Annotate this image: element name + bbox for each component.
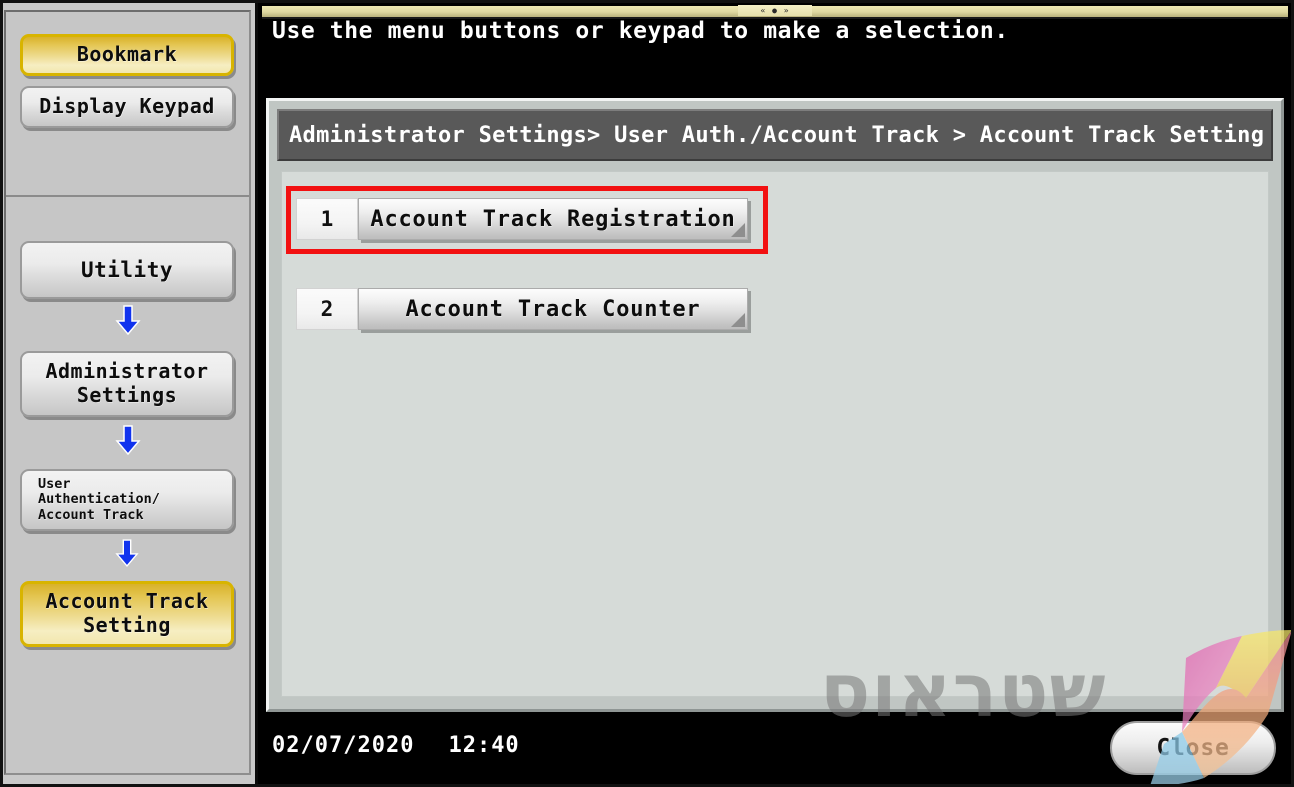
sidebar-item-administrator-settings[interactable]: Administrator Settings xyxy=(20,351,234,417)
sidebar-item-display-keypad[interactable]: Display Keypad xyxy=(20,86,234,128)
menu-button-label: Account Track Counter xyxy=(405,296,701,322)
sidebar-item-account-track-setting-label: Account Track Setting xyxy=(23,590,231,637)
menu-panel: 1 Account Track Registration 2 Account T… xyxy=(281,171,1269,697)
sidebar-item-account-track-setting[interactable]: Account Track Setting xyxy=(20,581,234,647)
acct-line-1: Account Track xyxy=(45,589,209,614)
close-button-wrap[interactable]: Close xyxy=(1110,721,1276,775)
userauth-line-2: Authentication/ xyxy=(38,491,160,508)
prompt-message: Use the menu buttons or keypad to make a… xyxy=(272,18,1009,44)
sidebar-item-user-authentication-account-track[interactable]: User Authentication/ Account Track xyxy=(20,469,234,531)
date-value: 02/07/2020 xyxy=(272,733,415,758)
top-strip-marker: « ● » xyxy=(738,5,812,16)
userauth-line-3: Account Track xyxy=(38,506,144,523)
time-value: 12:40 xyxy=(448,733,520,758)
admin-line-1: Administrator xyxy=(45,359,209,384)
breadcrumb: Administrator Settings> User Auth./Accou… xyxy=(277,109,1273,161)
main-panel: « ● » Use the menu buttons or keypad to … xyxy=(258,0,1294,787)
menu-button-account-track-counter[interactable]: Account Track Counter xyxy=(358,288,748,330)
sidebar-item-utility[interactable]: Utility xyxy=(20,241,234,299)
footer-bar: 02/07/2020 12:40 Close xyxy=(258,715,1294,787)
printer-touchscreen: Bookmark Display Keypad Utility Administ… xyxy=(0,0,1294,787)
acct-line-2: Setting xyxy=(83,613,171,637)
sidebar-item-user-auth-label: User Authentication/ Account Track xyxy=(38,475,232,524)
sidebar-item-administrator-settings-label: Administrator Settings xyxy=(22,360,232,407)
menu-item-number: 1 xyxy=(296,198,358,240)
submenu-triangle-icon xyxy=(731,313,745,327)
content-frame: Administrator Settings> User Auth./Accou… xyxy=(266,98,1284,712)
datetime-display: 02/07/2020 12:40 xyxy=(272,733,520,758)
arrow-down-icon xyxy=(114,539,141,569)
menu-button-account-track-registration[interactable]: Account Track Registration xyxy=(358,198,748,240)
sidebar-item-bookmark-label: Bookmark xyxy=(76,42,178,67)
sidebar-group-quick-access: Bookmark Display Keypad xyxy=(6,12,249,197)
sidebar-item-utility-label: Utility xyxy=(80,257,173,282)
arrow-down-icon xyxy=(114,425,141,456)
userauth-line-1: User xyxy=(38,475,71,492)
sidebar: Bookmark Display Keypad Utility Administ… xyxy=(0,0,258,787)
admin-line-2: Settings xyxy=(76,383,178,407)
close-button-label: Close xyxy=(1156,735,1230,761)
sidebar-item-bookmark[interactable]: Bookmark xyxy=(20,34,234,76)
menu-button-label: Account Track Registration xyxy=(370,206,736,232)
sidebar-group-navigation-path: Utility Administrator Settings User Auth… xyxy=(6,199,249,773)
close-button[interactable]: Close xyxy=(1110,721,1276,775)
sidebar-inner-frame: Bookmark Display Keypad Utility Administ… xyxy=(4,10,251,775)
menu-row[interactable]: 2 Account Track Counter xyxy=(296,288,748,330)
menu-item-number: 2 xyxy=(296,288,358,330)
submenu-triangle-icon xyxy=(731,223,745,237)
sidebar-item-display-keypad-label: Display Keypad xyxy=(39,94,215,119)
arrow-down-icon xyxy=(114,305,141,336)
menu-row[interactable]: 1 Account Track Registration xyxy=(296,198,748,240)
